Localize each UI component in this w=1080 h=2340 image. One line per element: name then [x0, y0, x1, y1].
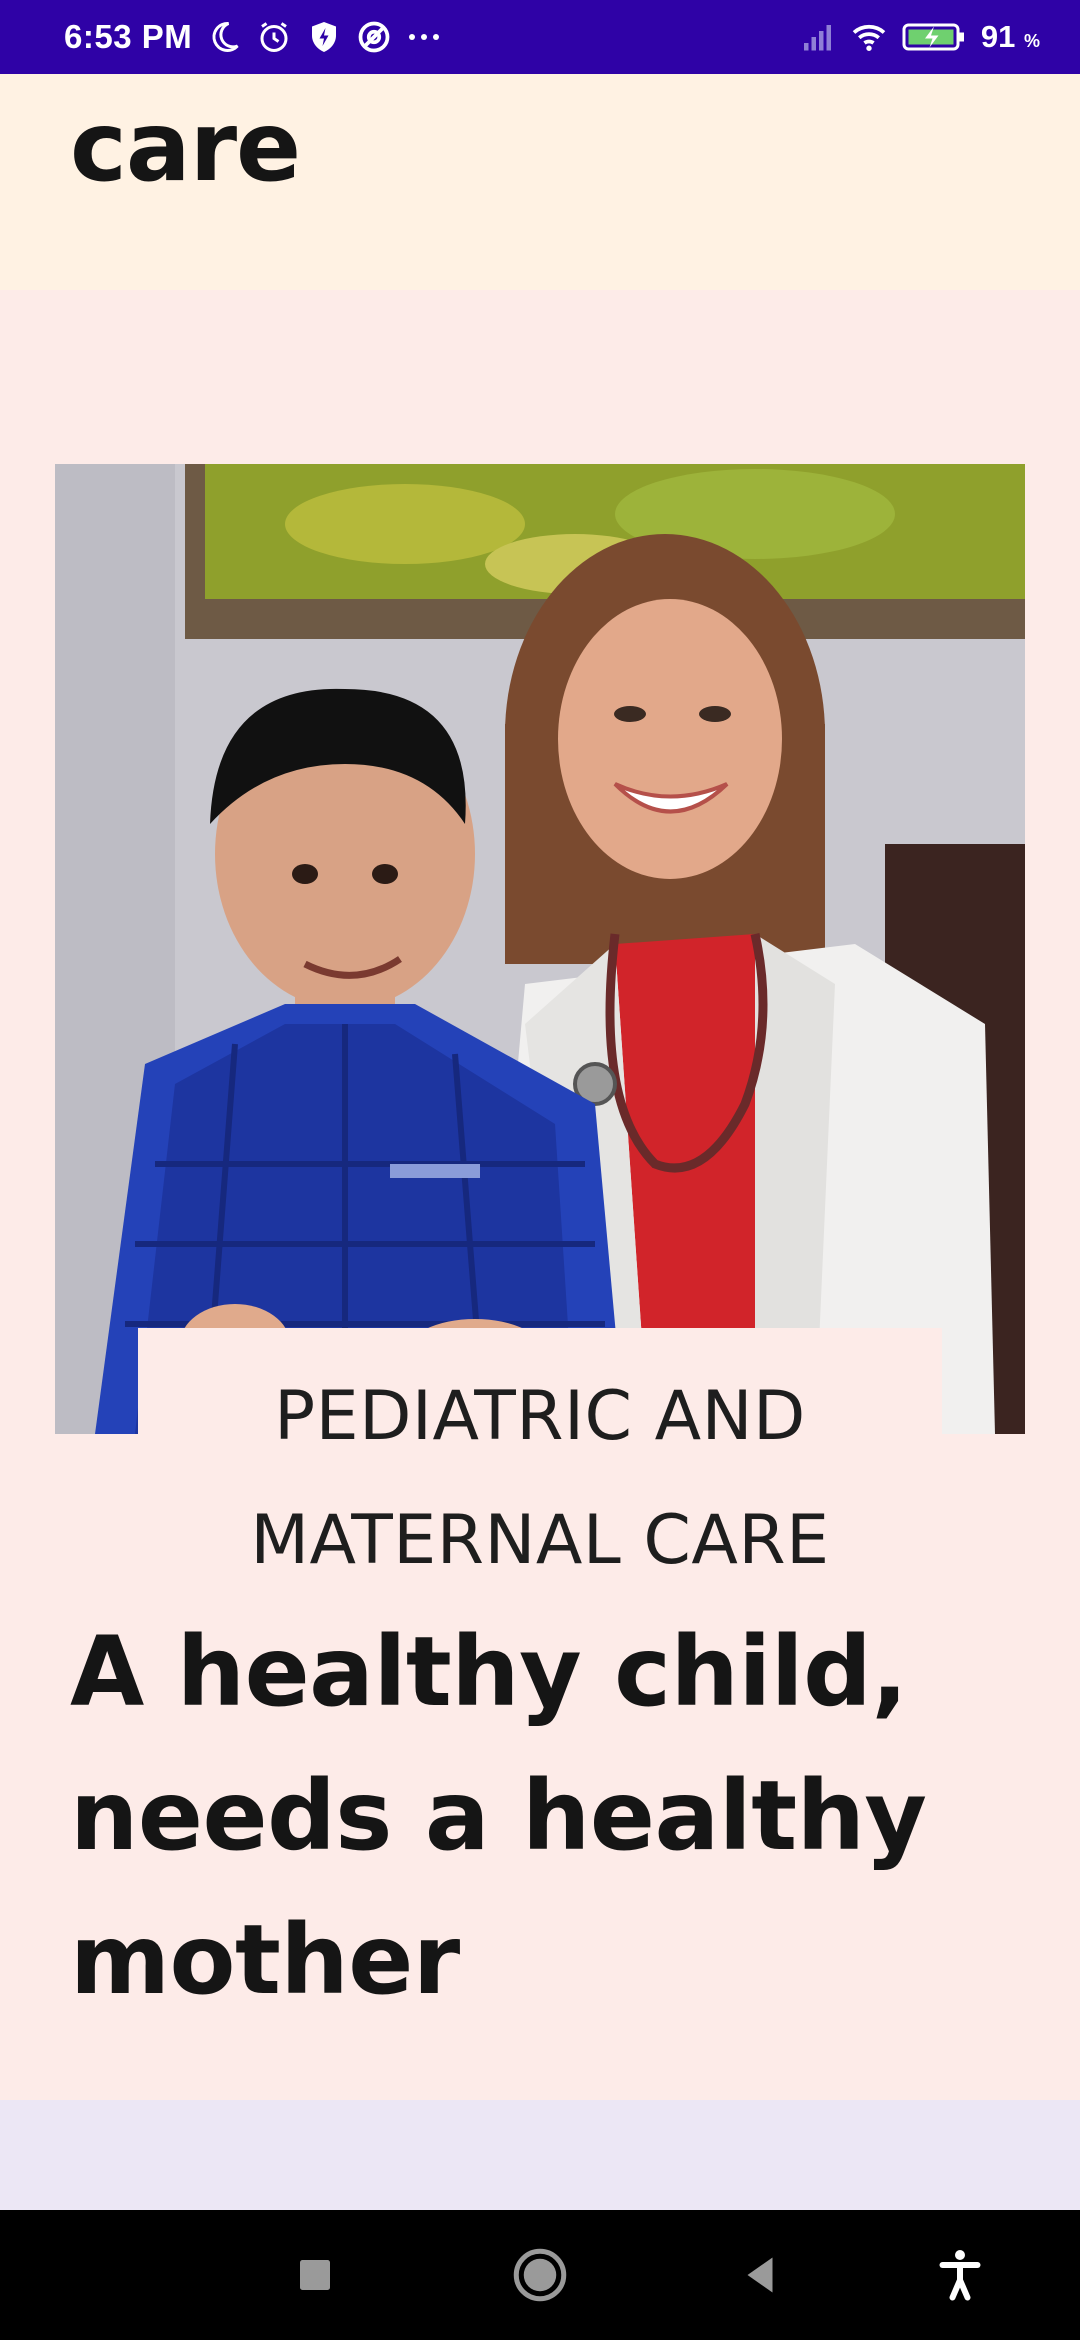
accessibility-button[interactable] — [900, 2210, 1020, 2340]
caption-line-1: PEDIATRIC AND — [274, 1377, 806, 1456]
top-section: care — [0, 74, 1080, 290]
shield-icon — [306, 19, 342, 55]
tagline-line-2: needs a healthy — [70, 1760, 927, 1872]
next-section-strip — [0, 2100, 1080, 2210]
battery-percent: 91 % — [980, 19, 1040, 54]
status-time: 6:53 PM — [64, 18, 193, 55]
status-bar: 6:53 PM 91 % — [0, 0, 1080, 74]
moon-icon — [206, 19, 242, 55]
section-heading: care — [70, 91, 301, 203]
tagline-line-3: mother — [70, 1904, 460, 2016]
wifi-icon — [851, 19, 887, 55]
service-caption: PEDIATRIC AND MATERNAL CARE — [0, 1355, 1080, 1603]
more-dots-icon — [406, 19, 442, 55]
accessibility-icon — [939, 2250, 981, 2301]
home-circle-icon — [513, 2248, 567, 2302]
hero-photo — [55, 464, 1025, 1434]
tagline-line-1: A healthy child, — [70, 1616, 908, 1728]
alarm-icon — [256, 19, 292, 55]
home-button[interactable] — [480, 2210, 600, 2340]
back-triangle-icon — [747, 2257, 773, 2293]
tagline-heading: A healthy child, needs a healthy mother — [70, 1600, 1030, 2032]
status-right: 91 % — [801, 19, 1040, 55]
at-icon — [356, 19, 392, 55]
recents-square-icon — [300, 2260, 330, 2290]
signal-icon — [801, 19, 837, 55]
status-left: 6:53 PM — [64, 18, 442, 56]
system-nav-bar — [0, 2210, 1080, 2340]
doctor-child-photo — [55, 464, 1025, 1434]
caption-line-2: MATERNAL CARE — [250, 1501, 830, 1580]
recents-button[interactable] — [255, 2210, 375, 2340]
battery-charging-icon — [901, 19, 967, 55]
back-button[interactable] — [700, 2210, 820, 2340]
